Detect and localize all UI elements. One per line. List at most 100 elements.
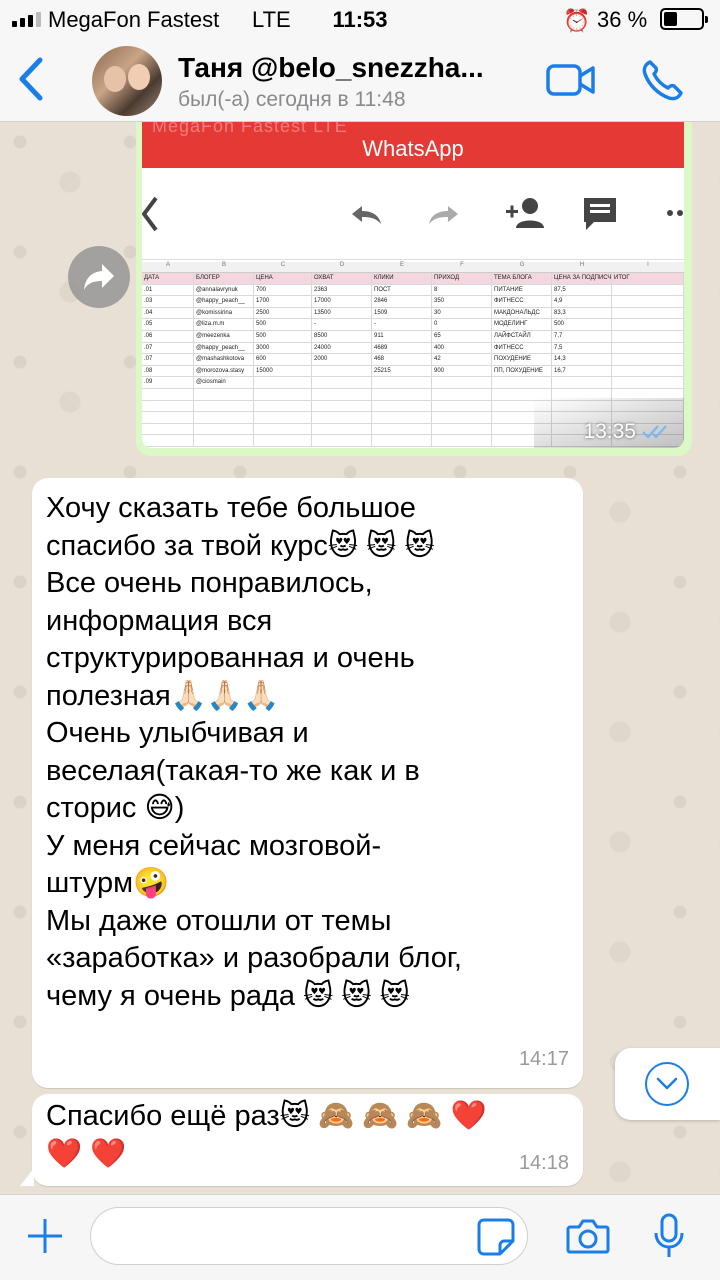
back-icon[interactable] bbox=[14, 54, 48, 104]
sheet-cell: 7,5 bbox=[552, 342, 612, 354]
sheet-row: .05 @liza.m.m 500- -0 МОДЕЛИНГ 500 bbox=[142, 319, 684, 331]
sheet-cell bbox=[254, 388, 312, 400]
sheet-cell bbox=[372, 423, 432, 435]
sheet-cell: 350 bbox=[432, 296, 492, 307]
forward-button[interactable] bbox=[68, 246, 130, 308]
sheet-cell: @morozova.stasy bbox=[194, 365, 254, 377]
sheet-row: .01 @annalavrynuk 700 2363 ПОСТ 8 ПИТАНИЕ 87,5 bbox=[142, 284, 684, 297]
sheet-cell bbox=[612, 377, 684, 388]
sheet-cell bbox=[142, 435, 194, 446]
sheet-cell: 2500 bbox=[254, 307, 312, 319]
sheet-cell: ПИТАНИЕ bbox=[492, 284, 552, 296]
sheet-cell bbox=[254, 412, 312, 423]
sheet-cell: 42 bbox=[432, 354, 492, 365]
sheet-cell bbox=[312, 388, 372, 400]
scroll-to-bottom-button[interactable] bbox=[615, 1048, 720, 1120]
incoming-message[interactable]: Хочу сказать тебе большое спасибо за твой… bbox=[32, 478, 583, 1088]
sheet-cell: @happy_peach__ bbox=[194, 342, 254, 354]
sheet-cell: 600 bbox=[254, 354, 312, 365]
message-line: Хочу сказать тебе большое bbox=[46, 492, 416, 524]
sheet-cell bbox=[432, 435, 492, 446]
sheet-column-letter: B bbox=[221, 262, 226, 268]
camera-icon[interactable] bbox=[566, 1217, 610, 1255]
sheet-cell bbox=[612, 342, 684, 354]
plus-icon[interactable] bbox=[26, 1217, 64, 1255]
battery-icon bbox=[660, 8, 708, 30]
sheet-cell: 500 bbox=[552, 319, 612, 330]
sheet-header-cell: БЛОГЕР bbox=[194, 273, 254, 284]
sheet-cell: .04 bbox=[142, 307, 194, 319]
video-call-icon[interactable] bbox=[546, 62, 596, 98]
sheet-cell: .05 bbox=[142, 319, 194, 330]
sheet-cell: .01 bbox=[142, 284, 194, 296]
sheet-cell: @happy_peach__ bbox=[194, 296, 254, 307]
sheet-cell: 14,3 bbox=[552, 354, 612, 365]
phone-icon[interactable] bbox=[640, 58, 686, 102]
sheet-cell: @ciosmain bbox=[194, 377, 254, 388]
sheet-cell bbox=[612, 296, 684, 307]
message-line: полезная🙏🏻🙏🏻🙏🏻 bbox=[46, 679, 280, 712]
sheet-cell bbox=[194, 388, 254, 400]
sheet-header-cell: ДАТА bbox=[142, 273, 194, 284]
sheet-cell bbox=[372, 435, 432, 446]
message-line: Спасибо ещё раз😻 🙈 🙈 🙈 ❤️ bbox=[46, 1100, 487, 1132]
sheet-cell: 3000 bbox=[254, 342, 312, 354]
sheet-cell: 2000 bbox=[312, 354, 372, 365]
sheet-cell: .06 bbox=[142, 330, 194, 342]
sheet-cell: 0 bbox=[432, 319, 492, 330]
battery-percent: 36 % bbox=[597, 7, 648, 32]
sheet-cell: 87,5 bbox=[552, 284, 612, 296]
sheet-cell: 1700 bbox=[254, 296, 312, 307]
avatar[interactable] bbox=[92, 46, 162, 116]
sheet-cell: 13500 bbox=[312, 307, 372, 319]
sheet-cell: 15000 bbox=[254, 365, 312, 377]
sheet-cell: @mashashkotova bbox=[194, 354, 254, 365]
sheet-cell: 400 bbox=[432, 342, 492, 354]
sheet-cell: 500 bbox=[254, 330, 312, 342]
sheet-cell bbox=[372, 377, 432, 388]
sheet-cell bbox=[612, 319, 684, 330]
sheet-cell bbox=[142, 400, 194, 412]
image-message[interactable]: MegaFon Fastest LTE WhatsApp A B C D E F G H I ДА… bbox=[136, 122, 692, 456]
sheet-column-letter: I bbox=[647, 262, 649, 268]
sheet-cell: 468 bbox=[372, 354, 432, 365]
sheet-cell: 65 bbox=[432, 330, 492, 342]
incoming-message[interactable]: Спасибо ещё раз😻 🙈 🙈 🙈 ❤️ ❤️ ❤️ 14:18 bbox=[20, 1094, 583, 1186]
sheet-cell: 1509 bbox=[372, 307, 432, 319]
redo-icon bbox=[429, 206, 458, 224]
sheet-header-cell: ПРИХОД bbox=[432, 273, 492, 284]
sheet-cell bbox=[552, 377, 612, 388]
add-person-icon bbox=[506, 198, 544, 228]
spreadsheet-screenshot[interactable]: MegaFon Fastest LTE WhatsApp A B C D E F G H I ДА… bbox=[142, 122, 684, 448]
sheet-cell bbox=[372, 412, 432, 423]
sheet-column-letter: H bbox=[579, 262, 585, 268]
sheet-cell: ПОСТ bbox=[372, 284, 432, 296]
sheet-cell: 700 bbox=[254, 284, 312, 296]
sheet-cell: .03 bbox=[142, 296, 194, 307]
sheet-header-row: ДАТА БЛОГЕР ЦЕНА ОХВАТ КЛИКИ ПРИХОД ТЕМА БЛОГА… bbox=[142, 273, 684, 285]
sheet-row: .07 @happy_peach__ 3000 24000 4689 400 ФИТНЕСС… bbox=[142, 342, 684, 355]
sheet-row: .04 @komissirina 2500 13500 1509 30 МАКДОНАЛЬД… bbox=[142, 307, 684, 320]
sheet-cell bbox=[312, 423, 372, 435]
sheet-cell: ФИТНЕСС bbox=[492, 296, 552, 307]
sheet-cell bbox=[194, 423, 254, 435]
sheet-cell: 2846 bbox=[372, 296, 432, 307]
sheet-cell: 4,9 bbox=[552, 296, 612, 307]
sheet-header-cell: ТЕМА БЛОГА bbox=[492, 273, 552, 284]
sheet-row: .09 @ciosmain bbox=[142, 377, 684, 389]
microphone-icon[interactable] bbox=[652, 1213, 686, 1259]
double-check-icon bbox=[642, 425, 667, 439]
sheet-cell bbox=[312, 412, 372, 423]
message-input[interactable] bbox=[90, 1207, 528, 1265]
sheet-cell bbox=[194, 412, 254, 423]
sheet-cell: @liza.m.m bbox=[194, 319, 254, 330]
last-seen-status: был(-а) сегодня в 11:48 bbox=[178, 88, 406, 111]
message-line: Очень улыбчивая и bbox=[46, 717, 309, 749]
sheet-cell: .09 bbox=[142, 377, 194, 388]
more-icon bbox=[667, 210, 683, 216]
contact-name[interactable]: Таня @belo_snezzha... bbox=[178, 52, 484, 84]
sheet-cell bbox=[492, 377, 552, 388]
sheet-cell bbox=[432, 423, 492, 435]
comment-icon bbox=[584, 198, 616, 230]
sticker-icon[interactable] bbox=[476, 1217, 516, 1257]
